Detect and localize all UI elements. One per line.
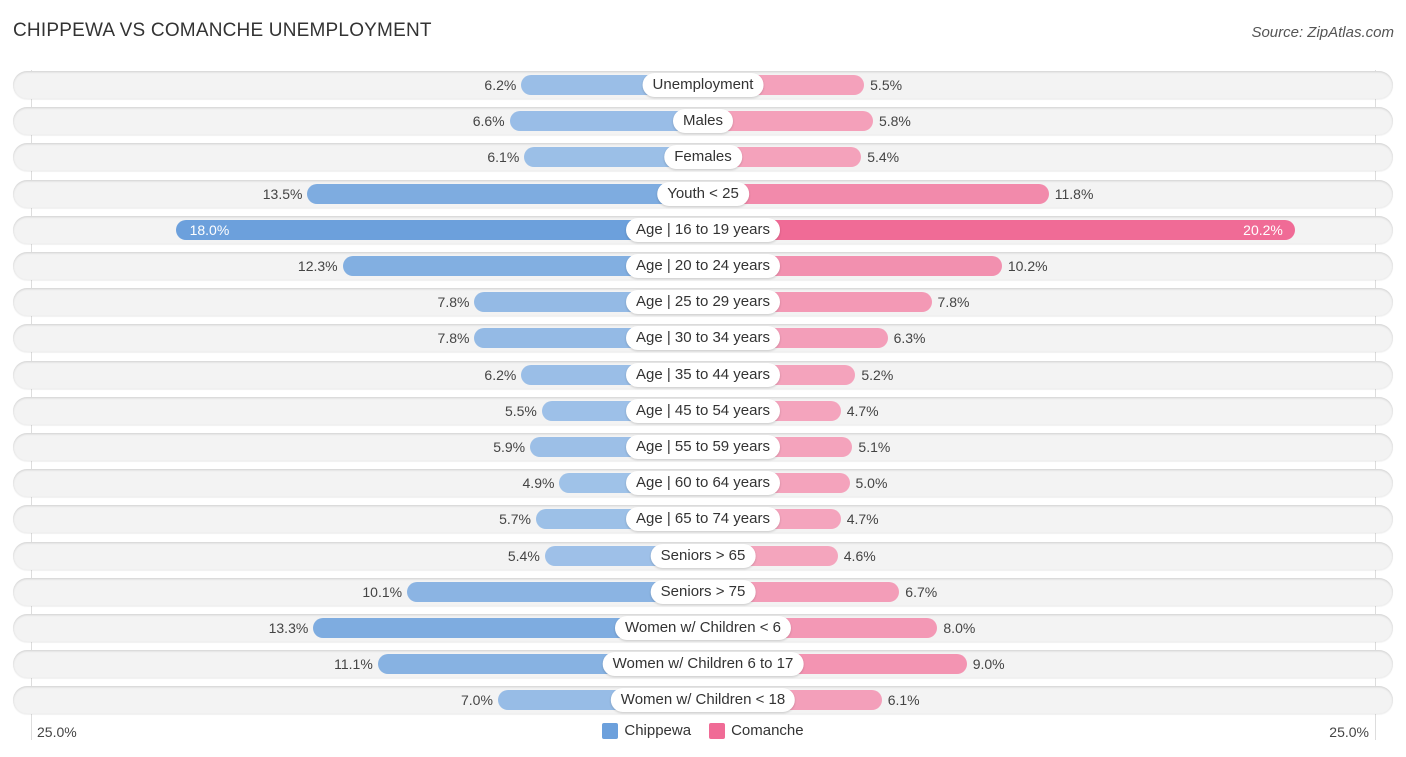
chippewa-value-label: 18.0%	[189, 221, 230, 238]
chippewa-value-label: 5.9%	[493, 439, 526, 455]
comanche-value-label: 4.6%	[843, 547, 876, 564]
category-label: Age | 65 to 74 years	[626, 507, 780, 532]
category-label: Women w/ Children < 18	[610, 688, 796, 713]
comanche-value-label: 5.5%	[870, 77, 903, 93]
chippewa-value-label: 13.5%	[262, 185, 303, 202]
comanche-value-label: 5.8%	[878, 113, 911, 130]
chippewa-value-label: 5.4%	[507, 547, 540, 564]
category-label: Women w/ Children < 6	[614, 616, 792, 640]
legend-swatch-chippewa	[602, 722, 619, 739]
chippewa-value-label: 7.0%	[460, 692, 493, 709]
legend: Chippewa Comanche	[0, 722, 1406, 739]
category-label: Age | 30 to 34 years	[626, 326, 780, 351]
chippewa-value-label: 10.1%	[362, 583, 403, 600]
legend-label-chippewa: Chippewa	[624, 722, 692, 739]
chippewa-value-label: 4.9%	[522, 475, 555, 492]
legend-item-chippewa[interactable]: Chippewa	[602, 722, 691, 739]
chippewa-value-label: 12.3%	[297, 258, 338, 274]
comanche-value-label: 9.0%	[972, 656, 1005, 673]
category-label: Age | 55 to 59 years	[626, 435, 780, 459]
category-label: Seniors > 75	[650, 579, 756, 604]
category-label: Age | 25 to 29 years	[626, 290, 780, 315]
category-label: Males	[672, 109, 734, 134]
category-label: Age | 45 to 54 years	[626, 398, 780, 423]
category-label: Age | 20 to 24 years	[626, 254, 780, 278]
comanche-value-label: 6.3%	[893, 330, 926, 347]
category-label: Age | 16 to 19 years	[626, 217, 780, 242]
chippewa-value-label: 13.3%	[268, 620, 309, 636]
comanche-value-label: 8.0%	[943, 620, 976, 636]
chippewa-bar[interactable]	[175, 219, 703, 240]
chippewa-value-label: 5.7%	[499, 511, 531, 528]
chippewa-value-label: 5.5%	[504, 402, 537, 419]
comanche-value-label: 4.7%	[846, 402, 879, 419]
category-label: Age | 60 to 64 years	[626, 471, 780, 496]
legend-label-comanche: Comanche	[731, 722, 804, 739]
chippewa-value-label: 7.8%	[437, 294, 470, 311]
comanche-value-label: 5.2%	[861, 366, 894, 383]
comanche-bar[interactable]	[703, 219, 1295, 240]
chippewa-value-label: 6.2%	[484, 77, 517, 93]
category-label: Women w/ Children 6 to 17	[602, 652, 804, 677]
comanche-value-label: 6.1%	[887, 692, 920, 709]
category-label: Seniors > 65	[650, 543, 756, 568]
chippewa-value-label: 6.1%	[487, 149, 520, 166]
comanche-value-label: 11.8%	[1054, 185, 1094, 202]
comanche-value-label: 5.1%	[858, 439, 891, 455]
chippewa-value-label: 6.6%	[472, 113, 505, 130]
chart-title: CHIPPEWA VS COMANCHE UNEMPLOYMENT	[13, 20, 432, 41]
legend-item-comanche[interactable]: Comanche	[709, 722, 804, 739]
category-label: Females	[664, 145, 742, 170]
chippewa-value-label: 7.8%	[437, 330, 470, 347]
category-label: Age | 35 to 44 years	[626, 362, 780, 387]
category-label: Unemployment	[642, 73, 764, 97]
category-label: Youth < 25	[657, 181, 749, 206]
source-label: Source: ZipAtlas.com	[1251, 24, 1394, 41]
legend-swatch-comanche	[709, 722, 726, 739]
comanche-value-label: 20.2%	[1243, 221, 1283, 238]
chippewa-value-label: 6.2%	[484, 366, 517, 383]
chippewa-bar[interactable]	[307, 183, 703, 204]
comanche-value-label: 7.8%	[937, 294, 970, 311]
comanche-value-label: 4.7%	[846, 511, 879, 528]
comanche-bar[interactable]	[703, 183, 1049, 204]
chippewa-value-label: 11.1%	[334, 656, 373, 673]
comanche-value-label: 5.4%	[867, 149, 900, 166]
comanche-value-label: 5.0%	[855, 475, 888, 492]
comanche-value-label: 6.7%	[905, 583, 938, 600]
comanche-value-label: 10.2%	[1007, 258, 1048, 274]
